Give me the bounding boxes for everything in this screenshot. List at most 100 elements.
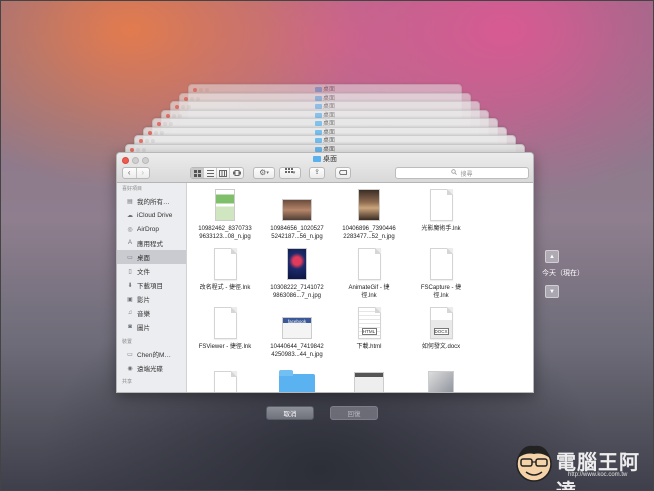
chevron-down-icon: ▾ bbox=[292, 170, 296, 176]
sidebar: 喜好項目 ▤ 我的所有… ☁ iCloud Drive ◎ AirDrop A 應用程式 ▭ 桌面… bbox=[117, 183, 187, 392]
back-forward-control[interactable]: ‹ › bbox=[122, 167, 150, 179]
search-field[interactable]: 搜尋 bbox=[395, 167, 529, 179]
folder-icon bbox=[314, 121, 322, 126]
file-item-partial[interactable] bbox=[188, 371, 262, 392]
sidebar-item[interactable]: ◉ 遠端光碟 bbox=[117, 361, 186, 375]
folder-icon bbox=[314, 146, 322, 152]
sidebar-item[interactable]: ▣ 影片 bbox=[117, 292, 186, 306]
sidebar-item[interactable]: ⬇ 下載項目 bbox=[117, 278, 186, 292]
folder-icon bbox=[313, 156, 321, 162]
file-thumbnail-wrap bbox=[404, 247, 478, 280]
devices-header: 裝置 bbox=[122, 339, 133, 345]
file-item[interactable]: 10982462_8370733 9633123...08_n.jpg bbox=[188, 188, 262, 241]
sidebar-item[interactable]: ▭ 桌面 bbox=[117, 250, 186, 264]
share-button[interactable]: ⇪ bbox=[309, 167, 325, 179]
file-item-partial[interactable] bbox=[404, 371, 478, 392]
timeline-current-label: 今天（現在） bbox=[542, 270, 584, 277]
watermark-mascot-icon bbox=[516, 445, 552, 482]
watermark-text: 電腦王阿達 bbox=[556, 450, 640, 491]
cancel-button[interactable]: 取消 bbox=[266, 406, 314, 420]
file-item[interactable]: FSViewer - 捷徑.lnk bbox=[188, 306, 262, 351]
file-grid: 10982462_8370733 9633123...08_n.jpg 10984… bbox=[188, 183, 533, 392]
facebook-logo-text: facebook bbox=[287, 319, 307, 324]
file-item[interactable]: 10406896_7390446 2283477...52_n.jpg bbox=[332, 188, 406, 241]
file-name: 10982462_8370733 9633123...08_n.jpg bbox=[198, 226, 252, 240]
sidebar-item[interactable]: ▤ 我的所有… bbox=[117, 194, 186, 208]
favorites-header: 喜好項目 bbox=[122, 186, 143, 192]
file-item[interactable]: 10984656_1020527 5242187...56_n.jpg bbox=[260, 188, 334, 241]
cover-flow-view-icon[interactable] bbox=[230, 168, 243, 178]
computer-icon: ▭ bbox=[127, 351, 133, 358]
action-menu-button[interactable]: ⚙ ▾ bbox=[253, 167, 275, 179]
sidebar-item[interactable]: ◎ AirDrop bbox=[117, 222, 186, 236]
watermark-url: http://www.koc.com.tw bbox=[568, 472, 628, 478]
folder-icon bbox=[314, 138, 322, 143]
search-icon bbox=[451, 169, 458, 177]
chevron-down-icon: ▼ bbox=[549, 288, 555, 295]
chevron-up-icon: ▲ bbox=[549, 253, 555, 260]
sidebar-item-label: AirDrop bbox=[137, 225, 160, 233]
sidebar-item[interactable]: ☁ iCloud Drive bbox=[117, 208, 186, 222]
file-name: 10406896_7390446 2283477...52_n.jpg bbox=[342, 226, 396, 240]
finder-window: 桌面 ‹ › ⚙ ▾ ▾ ⇪ 搜尋 喜好項目 ▤ 我的所有… ☁ iCloud … bbox=[116, 152, 534, 393]
sidebar-item[interactable]: ♫ 音樂 bbox=[117, 306, 186, 320]
icon-view-icon[interactable] bbox=[191, 168, 204, 178]
folder-item-partial[interactable] bbox=[260, 370, 334, 392]
timeline-up-button[interactable]: ▲ bbox=[545, 250, 559, 263]
file-item[interactable]: FSCapture - 捷 徑.lnk bbox=[404, 247, 478, 300]
file-item[interactable]: 改名程式 - 捷徑.lnk bbox=[188, 247, 262, 292]
music-icon: ♫ bbox=[127, 310, 133, 316]
file-item[interactable]: HTML 下載.html bbox=[332, 306, 406, 351]
file-name: 光影魔術手.lnk bbox=[421, 226, 461, 232]
folder-icon bbox=[314, 87, 322, 92]
document-icon bbox=[213, 307, 237, 339]
movies-icon: ▣ bbox=[127, 296, 133, 303]
sidebar-item-label: 應用程式 bbox=[137, 241, 163, 248]
folder-icon bbox=[279, 370, 315, 392]
back-chevron-icon[interactable]: ‹ bbox=[123, 168, 137, 178]
sidebar-item-label: 影片 bbox=[137, 297, 150, 304]
file-type-tag: HTML bbox=[361, 328, 377, 335]
file-item[interactable]: DOCX 如何發文.docx bbox=[404, 306, 478, 351]
file-name: 如何發文.docx bbox=[421, 344, 461, 350]
file-thumbnail-wrap bbox=[404, 188, 478, 221]
document-icon bbox=[429, 248, 453, 280]
tags-button[interactable] bbox=[335, 167, 351, 179]
sidebar-item-label: iCloud Drive bbox=[137, 211, 173, 219]
forward-chevron-icon[interactable]: › bbox=[137, 168, 150, 178]
sidebar-item[interactable]: A 應用程式 bbox=[117, 236, 186, 250]
file-item[interactable]: 光影魔術手.lnk bbox=[404, 188, 478, 233]
shared-header: 共享 bbox=[122, 379, 133, 385]
share-icon: ⇪ bbox=[314, 169, 320, 176]
html-file-icon: HTML bbox=[357, 307, 381, 339]
file-item[interactable]: 10308222_7141072 9863086...7_n.jpg bbox=[260, 247, 334, 300]
window-title: 桌面 bbox=[117, 155, 533, 165]
airdrop-icon: ◎ bbox=[127, 226, 133, 233]
file-type-tag: DOCX bbox=[433, 328, 449, 335]
chevron-down-icon: ▾ bbox=[266, 170, 269, 176]
file-item-partial[interactable] bbox=[332, 372, 406, 392]
file-item[interactable]: AnimateGif - 捷 徑.lnk bbox=[332, 247, 406, 300]
sidebar-item[interactable]: ▯ 文件 bbox=[117, 264, 186, 278]
tag-icon bbox=[338, 168, 347, 178]
timeline-down-button[interactable]: ▼ bbox=[545, 285, 559, 298]
list-view-icon[interactable] bbox=[204, 168, 217, 178]
file-item[interactable]: facebook 10440644_7419842 4250983...44_n.… bbox=[260, 306, 334, 359]
column-view-icon[interactable] bbox=[217, 168, 230, 178]
file-name: 下載.html bbox=[356, 344, 382, 350]
sidebar-item[interactable]: ◙ 圖片 bbox=[117, 320, 186, 334]
documents-icon: ▯ bbox=[128, 268, 132, 275]
restore-button[interactable]: 回復 bbox=[330, 406, 378, 420]
docx-file-icon: DOCX bbox=[429, 307, 453, 339]
photo-thumbnail bbox=[282, 199, 312, 221]
sidebar-item[interactable]: ▭ Chen的M… bbox=[117, 347, 186, 361]
file-thumbnail-wrap bbox=[188, 247, 262, 280]
applications-icon: A bbox=[127, 240, 132, 246]
file-name: 改名程式 - 捷徑.lnk bbox=[199, 285, 251, 291]
file-thumbnail-wrap bbox=[332, 188, 406, 221]
file-thumbnail-wrap bbox=[332, 247, 406, 280]
view-mode-selector[interactable] bbox=[190, 167, 244, 179]
folder-icon bbox=[314, 104, 322, 109]
arrange-menu-button[interactable]: ▾ bbox=[279, 167, 301, 179]
all-files-icon: ▤ bbox=[127, 198, 133, 205]
